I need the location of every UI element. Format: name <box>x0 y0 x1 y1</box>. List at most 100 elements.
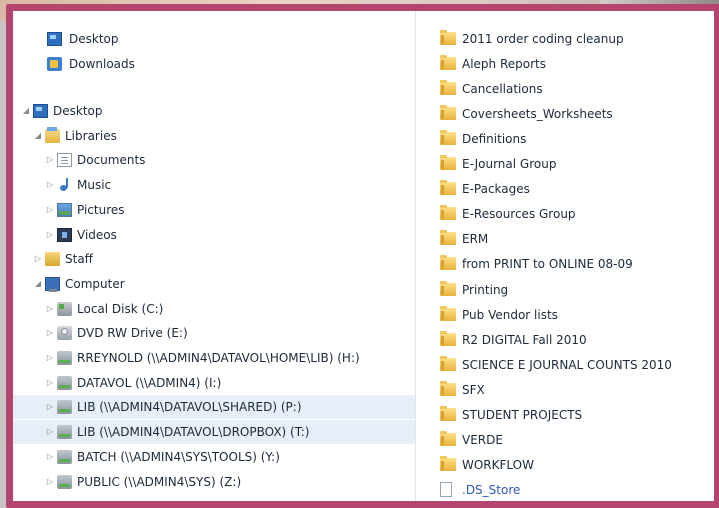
tree-item[interactable]: ▷ BATCH (\\ADMIN4\SYS\TOOLS) (Y:) <box>13 445 415 469</box>
tree-item[interactable]: ▷ Local Disk (C:) <box>13 297 415 321</box>
expand-arrow-icon[interactable]: ▷ <box>45 420 55 444</box>
tree-item[interactable]: ◢ Libraries <box>13 124 415 148</box>
item-label: Local Disk (C:) <box>77 301 164 316</box>
item-label: ERM <box>462 232 489 247</box>
music-icon <box>57 178 72 192</box>
tree-item[interactable]: ▷ DATAVOL (\\ADMIN4) (I:) <box>13 371 415 395</box>
expand-arrow-icon[interactable]: ▷ <box>45 395 55 419</box>
folder-icon <box>440 180 456 196</box>
folder-item[interactable]: from PRINT to ONLINE 08-09 <box>416 252 714 276</box>
folder-icon <box>440 430 456 446</box>
expand-arrow-icon[interactable]: ▷ <box>45 148 55 172</box>
item-label: Pub Vendor lists <box>462 307 558 322</box>
tree-item[interactable]: ▷ DVD RW Drive (E:) <box>13 321 415 345</box>
staff-folder-icon <box>45 252 60 267</box>
item-label: Cancellations <box>462 82 543 97</box>
tree-item[interactable]: ▷ LIB (\\ADMIN4\DATAVOL\DROPBOX) (T:) <box>13 420 415 445</box>
folder-icon <box>440 230 456 246</box>
videos-icon <box>57 227 72 242</box>
libraries-icon <box>45 126 60 143</box>
expand-arrow-icon[interactable]: ▷ <box>45 173 55 197</box>
expand-arrow-icon[interactable]: ▷ <box>45 371 55 395</box>
folder-icon <box>440 280 456 296</box>
favorites-item[interactable]: Desktop <box>13 27 415 51</box>
folder-icon <box>440 255 456 271</box>
folder-item[interactable]: WORKFLOW <box>416 453 714 477</box>
expand-arrow-icon[interactable]: ▷ <box>45 198 55 222</box>
expand-arrow-icon[interactable]: ▷ <box>45 297 55 321</box>
tree-item[interactable]: ◢ Desktop <box>13 99 415 123</box>
item-label: Music <box>77 178 112 193</box>
network-drive-icon <box>57 474 72 489</box>
folder-item[interactable]: Printing <box>416 278 714 302</box>
item-label: E-Resources Group <box>462 207 576 222</box>
folder-icon <box>440 405 456 421</box>
tree-item[interactable]: ▷ Staff <box>13 247 415 271</box>
folder-item[interactable]: Aleph Reports <box>416 52 714 76</box>
folder-item[interactable]: VERDE <box>416 428 714 452</box>
folder-item[interactable]: ERM <box>416 227 714 251</box>
documents-icon <box>57 153 72 168</box>
tree-item[interactable]: ▷ Music <box>13 173 415 197</box>
expand-arrow-icon[interactable]: ▷ <box>45 445 55 469</box>
tree-item[interactable]: ▷ RREYNOLD (\\ADMIN4\DATAVOL\HOME\LIB) (H… <box>13 346 415 370</box>
folder-item[interactable]: STUDENT PROJECTS <box>416 403 714 427</box>
item-label: 2011 order coding cleanup <box>462 32 624 46</box>
folder-item[interactable]: R2 DIGITAL Fall 2010 <box>416 328 714 352</box>
folder-item[interactable]: SCIENCE E JOURNAL COUNTS 2010 <box>416 353 714 377</box>
file-list-pane[interactable]: 2011 order coding cleanup Aleph Reports Ca… <box>416 11 714 501</box>
folder-icon <box>440 380 456 396</box>
folder-item[interactable]: E-Packages <box>416 177 714 201</box>
item-label: Printing <box>462 282 509 297</box>
expand-arrow-icon[interactable]: ▷ <box>33 247 43 271</box>
folder-icon <box>440 205 456 221</box>
folder-item[interactable]: Coversheets_Worksheets <box>416 102 714 126</box>
expand-arrow-icon[interactable]: ▷ <box>45 223 55 247</box>
tree-item[interactable]: ▷ Videos <box>13 223 415 247</box>
file-item[interactable]: .DS_Store <box>416 478 714 501</box>
item-label: PUBLIC (\\ADMIN4\SYS) (Z:) <box>77 474 242 489</box>
tree-item[interactable]: ▷ PUBLIC (\\ADMIN4\SYS) (Z:) <box>13 470 415 494</box>
collapse-arrow-icon[interactable]: ◢ <box>33 272 43 296</box>
item-label: DATAVOL (\\ADMIN4) (I:) <box>77 375 222 390</box>
item-label: STUDENT PROJECTS <box>462 407 583 422</box>
folder-item[interactable]: 2011 order coding cleanup <box>416 27 714 51</box>
tree-item[interactable]: ▷ Documents <box>13 148 415 172</box>
item-label: Libraries <box>65 128 117 143</box>
explorer-window: Desktop Downloads ◢ Desktop ◢ Libraries ▷ Docum… <box>6 4 719 508</box>
favorites-item[interactable]: Downloads <box>13 52 415 76</box>
item-label: Videos <box>77 227 117 242</box>
folder-item[interactable]: SFX <box>416 378 714 402</box>
folder-item[interactable]: E-Journal Group <box>416 152 714 176</box>
collapse-arrow-icon[interactable]: ◢ <box>33 124 43 148</box>
folder-item[interactable]: E-Resources Group <box>416 202 714 226</box>
folder-icon <box>440 105 456 121</box>
folder-icon <box>440 155 456 171</box>
item-label: .DS_Store <box>462 482 521 497</box>
downloads-icon <box>47 57 62 71</box>
item-label: Desktop <box>69 32 119 46</box>
folder-icon <box>440 355 456 371</box>
network-drive-icon <box>57 449 72 464</box>
item-label: E-Journal Group <box>462 157 557 172</box>
item-label: Staff <box>65 252 93 267</box>
expand-arrow-icon[interactable]: ▷ <box>45 470 55 494</box>
network-drive-icon <box>57 400 72 415</box>
item-label: E-Packages <box>462 182 530 197</box>
expand-arrow-icon[interactable]: ▷ <box>45 346 55 370</box>
file-icon <box>440 481 452 497</box>
collapse-arrow-icon[interactable]: ◢ <box>21 99 31 123</box>
tree-item[interactable]: ▷ Pictures <box>13 198 415 222</box>
folder-item[interactable]: Cancellations <box>416 77 714 101</box>
expand-arrow-icon[interactable]: ▷ <box>45 321 55 345</box>
item-label: BATCH (\\ADMIN4\SYS\TOOLS) (Y:) <box>77 449 280 464</box>
navigation-pane[interactable]: Desktop Downloads ◢ Desktop ◢ Libraries ▷ Docum… <box>13 11 415 501</box>
tree-item[interactable]: ▷ LIB (\\ADMIN4\DATAVOL\SHARED) (P:) <box>13 395 415 420</box>
tree-item[interactable]: ◢ Computer <box>13 272 415 296</box>
folder-icon <box>440 305 456 321</box>
folder-item[interactable]: Pub Vendor lists <box>416 303 714 327</box>
desktop-icon <box>47 32 62 46</box>
item-label: LIB (\\ADMIN4\DATAVOL\DROPBOX) (T:) <box>77 425 310 440</box>
folder-icon <box>440 80 456 96</box>
folder-item[interactable]: Definitions <box>416 127 714 151</box>
